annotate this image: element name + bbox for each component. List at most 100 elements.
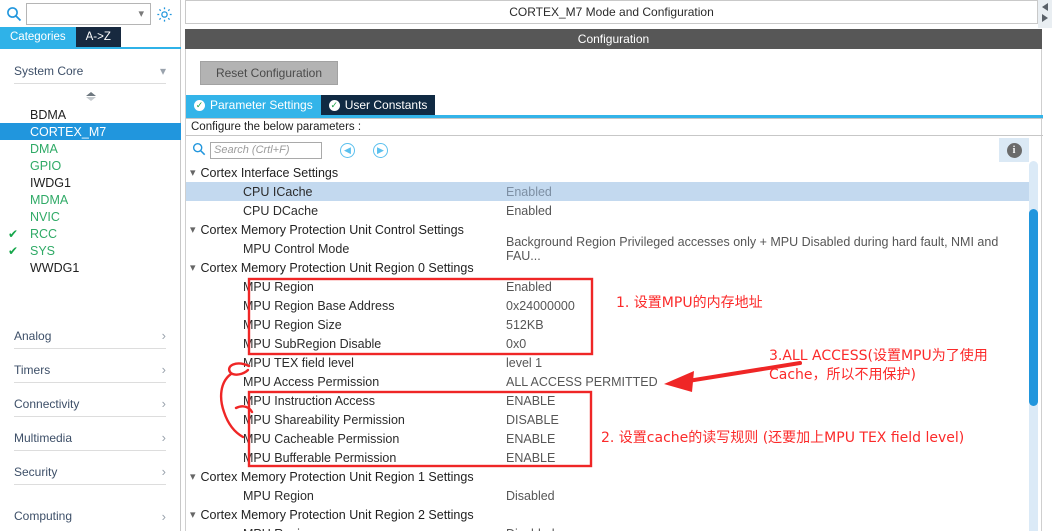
tree-row-mpu-region-base-address[interactable]: MPU Region Base Address 0x24000000 — [186, 296, 1031, 315]
sidebar-section-connectivity[interactable]: Connectivity › — [14, 391, 166, 417]
tree-row-mpu-control-mode[interactable]: MPU Control Mode Background Region Privi… — [186, 235, 1031, 263]
app-root: ▾ Categories A->Z System Core ▾ BDMA COR… — [0, 0, 1052, 531]
chevron-down-icon: ▾ — [138, 7, 144, 20]
chevron-right-icon: › — [161, 464, 166, 479]
parameter-value[interactable]: Enabled — [506, 204, 552, 218]
peripheral-label: GPIO — [30, 158, 62, 173]
tree-row-mpu-region-1[interactable]: MPU Region Disabled — [186, 486, 1031, 505]
annotation-note-1: 1. 设置MPU的内存地址 — [616, 295, 763, 311]
tab-a-to-z-label: A->Z — [85, 31, 111, 43]
caret-up-icon — [86, 91, 96, 96]
tree-row-mpu-bufferable-permission[interactable]: MPU Bufferable Permission ENABLE — [186, 448, 1031, 467]
annotation-note-3-line2: Cache，所以不用保护) — [769, 367, 916, 383]
configuration-header-label: Configuration — [577, 32, 650, 46]
sidebar-section-security[interactable]: Security › — [14, 459, 166, 485]
chevron-down-icon: ▾ — [159, 63, 166, 78]
tree-row-cpu-dcache[interactable]: CPU DCache Enabled — [186, 201, 1031, 220]
sidebar-item-mdma[interactable]: MDMA — [0, 191, 181, 208]
tree-row-cpu-icache[interactable]: CPU ICache Enabled — [186, 182, 1031, 201]
sidebar-section-multimedia[interactable]: Multimedia › — [14, 425, 166, 451]
parameter-value[interactable]: ENABLE — [506, 394, 555, 408]
parameter-value[interactable]: 0x24000000 — [506, 299, 575, 313]
chevron-down-icon: ▾ — [190, 224, 196, 236]
tree-row-mpu-region[interactable]: MPU Region Enabled — [186, 277, 1031, 296]
sidebar-item-dma[interactable]: DMA — [0, 140, 181, 157]
chevron-left-circle-icon[interactable]: ◀ — [340, 142, 355, 158]
sidebar-item-bdma[interactable]: BDMA — [0, 106, 181, 123]
parameter-label: MPU Control Mode — [243, 241, 350, 256]
parameter-value[interactable]: ENABLE — [506, 432, 555, 446]
configuration-header: Configuration — [185, 29, 1042, 49]
peripheral-label: NVIC — [30, 209, 60, 224]
parameter-value[interactable]: 0x0 — [506, 337, 526, 351]
tree-group-mpu-region-1-settings[interactable]: ▾ Cortex Memory Protection Unit Region 1… — [186, 467, 1031, 486]
sidebar-item-wwdg1[interactable]: WWDG1 — [0, 259, 181, 276]
sidebar-section-computing[interactable]: Computing › — [14, 503, 166, 529]
peripheral-search-combobox[interactable]: ▾ — [26, 3, 151, 25]
sidebar-section-timers[interactable]: Timers › — [14, 357, 166, 383]
parameter-label: MPU Cacheable Permission — [243, 431, 400, 446]
parameter-label: CPU DCache — [243, 203, 319, 218]
peripheral-label: DMA — [30, 141, 58, 156]
chevron-down-icon: ▾ — [190, 262, 196, 274]
search-input[interactable]: Search (Crtl+F) — [210, 141, 322, 159]
sidebar-section-label: Timers — [14, 362, 51, 377]
parameter-label: MPU Region — [243, 488, 314, 503]
sidebar-section-label: Multimedia — [14, 430, 73, 445]
arrow-left-icon — [1042, 3, 1048, 11]
tab-categories[interactable]: Categories — [0, 27, 76, 47]
chevron-down-icon: ▾ — [190, 167, 196, 179]
tab-categories-label: Categories — [10, 31, 66, 43]
peripheral-label: RCC — [30, 226, 58, 241]
tree-group-label: Cortex Memory Protection Unit Control Se… — [200, 222, 464, 237]
sidebar-tab-underline — [0, 47, 181, 49]
sidebar-section-label: Computing — [14, 509, 73, 523]
parameter-label: MPU Region Base Address — [243, 298, 395, 313]
parameter-value[interactable]: ALL ACCESS PERMITTED — [506, 375, 658, 389]
parameter-value[interactable]: Disabled — [506, 527, 555, 531]
sidebar-item-nvic[interactable]: NVIC — [0, 208, 181, 225]
caret-down-icon — [86, 96, 96, 101]
parameter-scrollbar-thumb[interactable] — [1029, 209, 1038, 406]
tree-row-mpu-instruction-access[interactable]: MPU Instruction Access ENABLE — [186, 391, 1031, 410]
reset-configuration-button[interactable]: Reset Configuration — [200, 61, 338, 85]
sidebar-section-system-core[interactable]: System Core ▾ — [14, 58, 166, 84]
check-icon: ✔ — [8, 244, 19, 258]
search-icon — [192, 142, 206, 159]
sidebar-item-gpio[interactable]: GPIO — [0, 157, 181, 174]
chevron-right-icon: › — [161, 508, 166, 524]
tree-group-mpu-region-2-settings[interactable]: ▾ Cortex Memory Protection Unit Region 2… — [186, 505, 1031, 524]
sidebar-item-sys[interactable]: ✔ SYS — [0, 242, 181, 259]
parameter-value[interactable]: DISABLE — [506, 413, 559, 427]
parameter-scrollbar-track[interactable] — [1029, 161, 1038, 531]
sidebar-item-rcc[interactable]: ✔ RCC — [0, 225, 181, 242]
tab-parameter-settings[interactable]: ✓ Parameter Settings — [186, 95, 321, 115]
tree-group-label: Cortex Memory Protection Unit Region 1 S… — [200, 469, 474, 484]
window-nav-arrows[interactable] — [1038, 0, 1052, 28]
parameter-value[interactable]: level 1 — [506, 356, 542, 370]
parameter-value[interactable]: 512KB — [506, 318, 544, 332]
parameter-value[interactable]: Enabled — [506, 280, 552, 294]
tree-row-mpu-region-2[interactable]: MPU Region Disabled — [186, 524, 1031, 531]
tree-row-mpu-shareability-permission[interactable]: MPU Shareability Permission DISABLE — [186, 410, 1031, 429]
parameter-value[interactable]: Disabled — [506, 489, 555, 503]
sidebar-item-iwdg1[interactable]: IWDG1 — [0, 174, 181, 191]
reset-configuration-label: Reset Configuration — [215, 66, 323, 80]
parameter-value[interactable]: ENABLE — [506, 451, 555, 465]
peripheral-label: BDMA — [30, 107, 67, 122]
scroll-spinner[interactable] — [84, 90, 98, 102]
sidebar-section-analog[interactable]: Analog › — [14, 323, 166, 349]
sidebar-item-cortex-m7[interactable]: CORTEX_M7 — [0, 123, 181, 140]
gear-icon[interactable] — [151, 6, 177, 23]
parameter-value[interactable]: Enabled — [506, 185, 552, 199]
parameter-label: MPU Region Size — [243, 317, 342, 332]
sidebar-section-label: System Core — [14, 63, 84, 78]
tree-row-mpu-region-size[interactable]: MPU Region Size 512KB — [186, 315, 1031, 334]
info-button[interactable]: i — [999, 138, 1029, 162]
peripheral-label: MDMA — [30, 192, 69, 207]
tree-group-mpu-region-0-settings[interactable]: ▾ Cortex Memory Protection Unit Region 0… — [186, 258, 1031, 277]
tab-a-to-z[interactable]: A->Z — [75, 27, 121, 47]
tab-user-constants[interactable]: ✓ User Constants — [320, 95, 436, 115]
tree-group-cortex-interface-settings[interactable]: ▾ Cortex Interface Settings — [186, 163, 1031, 182]
chevron-right-circle-icon[interactable]: ▶ — [373, 142, 388, 158]
